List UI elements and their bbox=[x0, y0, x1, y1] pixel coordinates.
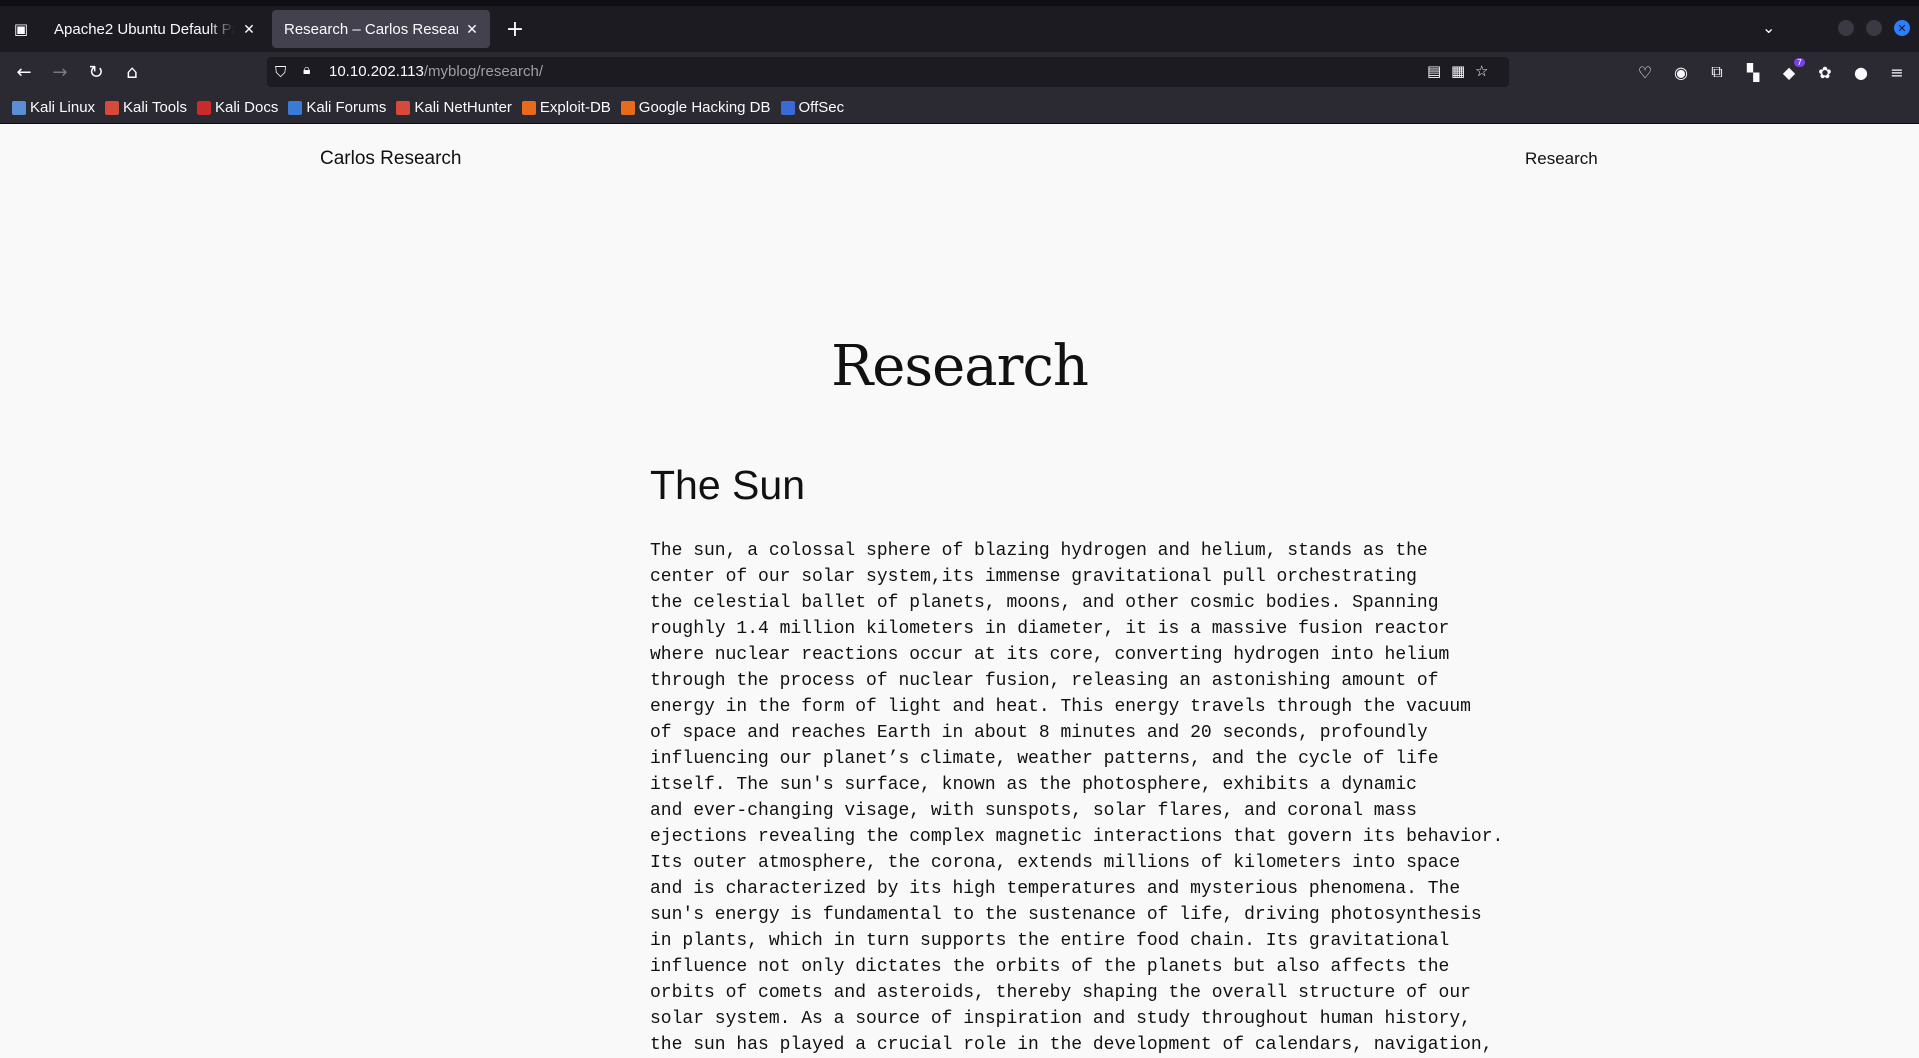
site-title[interactable]: Carlos Research bbox=[320, 148, 462, 170]
back-arrow-icon[interactable]: ← bbox=[12, 60, 36, 84]
post-line: energy in the form of light and heat. Th… bbox=[650, 697, 1471, 717]
bookmark-item[interactable]: Kali Docs bbox=[196, 99, 279, 116]
offsec-icon bbox=[780, 100, 795, 115]
post-line: the celestial ballet of planets, moons, … bbox=[650, 593, 1439, 613]
post-line: Its outer atmosphere, the corona, extend… bbox=[650, 853, 1461, 873]
tab-bar: ▣ Apache2 Ubuntu Default Page: It works … bbox=[0, 0, 1919, 52]
post-line: the sun has played a crucial role in the… bbox=[650, 1035, 1493, 1055]
kali-docs-icon bbox=[196, 100, 211, 115]
bookmark-item[interactable]: OffSec bbox=[780, 99, 845, 116]
post-line: of space and reaches Earth in about 8 mi… bbox=[650, 723, 1428, 743]
url-host: 10.10.202.113 bbox=[329, 63, 424, 80]
tab-research[interactable]: Research – Carlos Research ✕ bbox=[272, 10, 490, 48]
post-line: itself. The sun's surface, known as the … bbox=[650, 775, 1417, 795]
shield-icon[interactable]: ⛉ bbox=[275, 63, 286, 81]
bookmark-label: Kali Linux bbox=[30, 99, 96, 116]
bookmark-label: Kali Docs bbox=[214, 99, 279, 116]
post-line: roughly 1.4 million kilometers in diamet… bbox=[650, 619, 1450, 639]
post-line: in plants, which in turn supports the en… bbox=[650, 931, 1450, 951]
addon-icon[interactable]: ● bbox=[1850, 61, 1872, 83]
post-line: sun's energy is fundamental to the suste… bbox=[650, 905, 1482, 925]
tab-list-icon[interactable]: ▣ bbox=[10, 18, 32, 40]
chevron-down-icon[interactable]: ⌄ bbox=[1762, 18, 1775, 37]
bookmark-item[interactable]: Google Hacking DB bbox=[620, 99, 771, 116]
bookmark-label: Kali NetHunter bbox=[414, 99, 512, 116]
close-icon[interactable]: ✕ bbox=[241, 21, 257, 37]
post-line: through the process of nuclear fusion, r… bbox=[650, 671, 1439, 691]
kali-tools-icon bbox=[105, 100, 120, 115]
bookmark-item[interactable]: Kali Forums bbox=[288, 99, 386, 116]
navigation-toolbar: ← → ↻ ⌂ ⛉ 🔒︎ 10.10.202.113/myblog/resear… bbox=[0, 52, 1919, 92]
page-title: Research bbox=[831, 334, 1089, 399]
grid-icon[interactable]: ▚ bbox=[1742, 61, 1764, 83]
forward-arrow-icon[interactable]: → bbox=[48, 60, 72, 84]
kali-linux-icon bbox=[12, 100, 26, 115]
post-line: and is characterized by its high tempera… bbox=[650, 879, 1461, 899]
tab-title: Research – Carlos Research bbox=[284, 20, 458, 38]
new-tab-icon[interactable]: + bbox=[503, 17, 527, 42]
post-body: The sun, a colossal sphere of blazing hy… bbox=[650, 538, 1504, 1058]
cookie-icon[interactable]: ✿ bbox=[1814, 61, 1836, 83]
maximize-button[interactable] bbox=[1866, 20, 1882, 36]
nav-link-research[interactable]: Research bbox=[1525, 149, 1598, 169]
menu-icon[interactable]: ≡ bbox=[1886, 61, 1908, 83]
qr-code-icon[interactable]: ▦ bbox=[1451, 62, 1465, 80]
post-line: orbits of comets and asteroids, thereby … bbox=[650, 983, 1471, 1003]
tab-apache-default[interactable]: Apache2 Ubuntu Default Page: It works ✕ bbox=[42, 10, 267, 48]
ghdb-icon bbox=[620, 100, 635, 115]
address-bar[interactable]: ⛉ 🔒︎ 10.10.202.113/myblog/research/ ▤ ▦ … bbox=[267, 57, 1509, 87]
pocket-icon[interactable]: ♡ bbox=[1634, 61, 1656, 83]
post-line: and ever-changing visage, with sunspots,… bbox=[650, 801, 1417, 821]
reload-icon[interactable]: ↻ bbox=[84, 60, 108, 84]
tab-title: Apache2 Ubuntu Default Page: It works bbox=[54, 20, 235, 38]
bookmark-label: OffSec bbox=[798, 99, 845, 116]
bookmark-label: Kali Forums bbox=[306, 99, 387, 116]
extension-icon[interactable]: ◆ 7 bbox=[1778, 58, 1805, 83]
minimize-button[interactable] bbox=[1838, 20, 1854, 36]
exploit-db-icon bbox=[521, 100, 536, 115]
post-line: influence not only dictates the orbits o… bbox=[650, 957, 1450, 977]
bookmark-item[interactable]: Kali Linux bbox=[12, 99, 95, 116]
bookmark-item[interactable]: Kali Tools bbox=[105, 99, 187, 116]
bookmark-star-icon[interactable]: ☆ bbox=[1475, 62, 1488, 80]
url-text[interactable]: 10.10.202.113/myblog/research/ bbox=[329, 63, 543, 80]
kali-nethunter-icon bbox=[396, 100, 411, 115]
post-line: influencing our planet’s climate, weathe… bbox=[650, 749, 1439, 769]
home-icon[interactable]: ⌂ bbox=[120, 60, 144, 84]
post-heading: The Sun bbox=[650, 462, 805, 508]
reader-view-icon[interactable]: ▤ bbox=[1427, 62, 1441, 80]
extension-badge: 7 bbox=[1793, 58, 1805, 67]
web-page: Carlos Research Research Research The Su… bbox=[0, 124, 1919, 1055]
bookmark-item[interactable]: Kali NetHunter bbox=[396, 99, 512, 116]
taskbar-strip bbox=[0, 0, 1919, 6]
post-line: center of our solar system,its immense g… bbox=[650, 567, 1417, 587]
bookmark-item[interactable]: Exploit-DB bbox=[521, 99, 611, 116]
bookmark-label: Exploit-DB bbox=[539, 99, 611, 116]
post-line: The sun, a colossal sphere of blazing hy… bbox=[650, 541, 1428, 561]
bookmark-label: Google Hacking DB bbox=[638, 99, 771, 116]
kali-forums-icon bbox=[288, 100, 303, 115]
bookmark-label: Kali Tools bbox=[123, 99, 187, 116]
bookmarks-toolbar: Kali Linux Kali Tools Kali Docs Kali Forums… bbox=[0, 92, 1919, 124]
url-path: /myblog/research/ bbox=[423, 63, 544, 80]
extensions-icon[interactable]: ⧉ bbox=[1706, 61, 1728, 83]
post-line: solar system. As a source of inspiration… bbox=[650, 1009, 1471, 1029]
post-line: where nuclear reactions occur at its cor… bbox=[650, 645, 1450, 665]
window-close-button[interactable]: ✕ bbox=[1894, 20, 1910, 36]
post-line: ejections revealing the complex magnetic… bbox=[650, 827, 1504, 847]
close-icon[interactable]: ✕ bbox=[464, 21, 480, 37]
account-icon[interactable]: ◉ bbox=[1670, 61, 1692, 83]
lock-icon[interactable]: 🔒︎ bbox=[303, 62, 310, 78]
browser-chrome: ▣ Apache2 Ubuntu Default Page: It works … bbox=[0, 0, 1919, 124]
